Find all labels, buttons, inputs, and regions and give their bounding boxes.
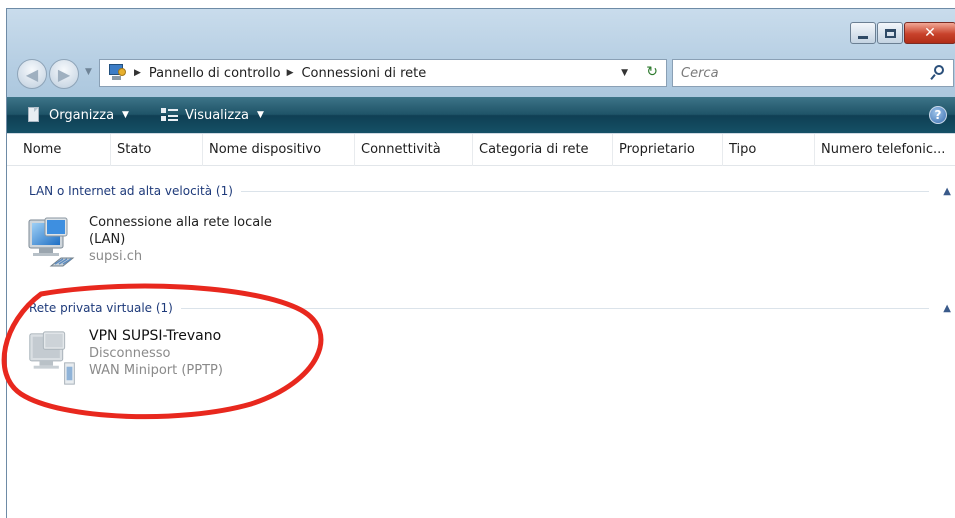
connection-device: WAN Miniport (PPTP) bbox=[89, 363, 223, 378]
breadcrumb-control-panel[interactable]: Pannello di controllo bbox=[149, 66, 281, 81]
column-header-connectivity[interactable]: Connettività bbox=[355, 134, 473, 166]
column-header-network-category[interactable]: Categoria di rete bbox=[473, 134, 613, 166]
lan-network-icon bbox=[28, 217, 75, 267]
views-icon bbox=[160, 107, 179, 123]
group-label: LAN o Internet ad alta velocità (1) bbox=[29, 184, 233, 198]
list-item-lan-connection[interactable]: Connessione alla rete locale (LAN) supsi… bbox=[25, 214, 345, 282]
control-panel-icon bbox=[106, 63, 128, 83]
organize-label: Organizza bbox=[49, 107, 115, 123]
group-divider bbox=[180, 307, 930, 309]
connection-status: Disconnesso bbox=[89, 346, 171, 361]
close-button[interactable]: ✕ bbox=[904, 22, 955, 44]
organize-button[interactable]: Organizza ▼ bbox=[7, 97, 135, 133]
collapse-icon[interactable]: ▲ bbox=[943, 303, 951, 314]
vpn-connection-icon bbox=[29, 331, 75, 385]
group-divider bbox=[240, 190, 930, 192]
search-input[interactable] bbox=[681, 62, 921, 84]
title-bar: ✕ bbox=[7, 9, 955, 51]
help-button[interactable]: ? bbox=[929, 106, 947, 124]
collapse-icon[interactable]: ▲ bbox=[943, 186, 951, 197]
file-list-pane[interactable]: Nome Stato Nome dispositivo Connettività… bbox=[1, 133, 955, 518]
close-icon: ✕ bbox=[924, 25, 936, 41]
connection-name-line2: (LAN) bbox=[89, 232, 126, 247]
group-header-lan[interactable]: LAN o Internet ad alta velocità (1) ▲ bbox=[29, 182, 951, 200]
vpn-connection-text: VPN SUPSI-Trevano Disconnesso WAN Minipo… bbox=[89, 328, 223, 379]
maximize-button[interactable] bbox=[877, 22, 903, 44]
navigation-bar: ◀ ▶ ▼ ▶ Pannello di controllo ▶ Connessi… bbox=[7, 51, 955, 97]
organize-icon bbox=[25, 106, 43, 124]
views-button[interactable]: Visualizza ▼ bbox=[135, 97, 270, 133]
column-header-name[interactable]: Nome bbox=[17, 134, 111, 166]
recent-pages-dropdown[interactable]: ▼ bbox=[85, 67, 92, 77]
column-header-device-name[interactable]: Nome dispositivo bbox=[203, 134, 355, 166]
forward-button[interactable]: ▶ bbox=[49, 59, 79, 89]
column-header-phone-number[interactable]: Numero telefonic... bbox=[815, 134, 955, 166]
back-arrow-icon: ◀ bbox=[25, 64, 39, 84]
address-dropdown-icon[interactable]: ▼ bbox=[621, 68, 628, 78]
maximize-icon bbox=[884, 28, 896, 38]
chevron-down-icon: ▼ bbox=[257, 110, 264, 120]
search-box[interactable] bbox=[672, 59, 954, 87]
minimize-button[interactable] bbox=[850, 22, 876, 44]
breadcrumb-separator-icon[interactable]: ▶ bbox=[134, 68, 141, 78]
command-toolbar: Organizza ▼ Visualizza ▼ ? bbox=[7, 97, 955, 133]
column-header-owner[interactable]: Proprietario bbox=[613, 134, 723, 166]
minimize-icon bbox=[858, 35, 868, 39]
address-bar[interactable]: ▶ Pannello di controllo ▶ Connessioni di… bbox=[99, 59, 667, 87]
help-icon: ? bbox=[934, 108, 942, 122]
lan-connection-text: Connessione alla rete locale (LAN) supsi… bbox=[89, 214, 272, 265]
column-header-type[interactable]: Tipo bbox=[723, 134, 815, 166]
chevron-down-icon: ▼ bbox=[122, 110, 129, 120]
group-header-vpn[interactable]: Rete privata virtuale (1) ▲ bbox=[29, 299, 951, 317]
forward-arrow-icon: ▶ bbox=[57, 64, 71, 84]
column-headers: Nome Stato Nome dispositivo Connettività… bbox=[7, 134, 955, 166]
breadcrumb-separator-icon[interactable]: ▶ bbox=[287, 68, 294, 78]
refresh-icon[interactable]: ↻ bbox=[646, 64, 658, 80]
list-item-vpn-connection[interactable]: VPN SUPSI-Trevano Disconnesso WAN Minipo… bbox=[25, 328, 345, 396]
back-button[interactable]: ◀ bbox=[17, 59, 47, 89]
connection-name: VPN SUPSI-Trevano bbox=[89, 328, 222, 344]
breadcrumb-network-connections[interactable]: Connessioni di rete bbox=[301, 66, 426, 81]
group-label: Rete privata virtuale (1) bbox=[29, 301, 173, 315]
search-icon[interactable] bbox=[930, 64, 945, 80]
connection-name: Connessione alla rete locale bbox=[89, 215, 272, 230]
views-label: Visualizza bbox=[184, 107, 250, 123]
column-header-status[interactable]: Stato bbox=[111, 134, 203, 166]
explorer-window: ✕ ◀ ▶ ▼ ▶ Pannello di controllo ▶ Connes… bbox=[1, 8, 955, 518]
connection-subtitle: supsi.ch bbox=[89, 249, 143, 264]
